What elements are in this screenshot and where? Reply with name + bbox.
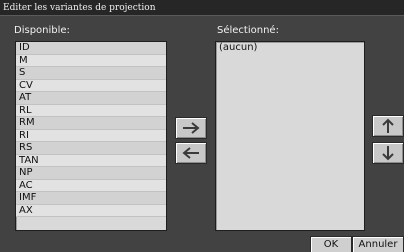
list-item[interactable]: S: [16, 67, 166, 80]
list-item[interactable]: CV: [16, 79, 166, 92]
list-item[interactable]: AX: [16, 204, 166, 217]
list-item[interactable]: TAN: [16, 154, 166, 167]
add-button[interactable]: [175, 117, 207, 139]
list-item[interactable]: RS: [16, 142, 166, 155]
list-item[interactable]: RM: [16, 117, 166, 130]
selected-list[interactable]: (aucun): [215, 41, 365, 231]
cancel-button[interactable]: Annuler: [352, 236, 404, 252]
list-item[interactable]: IMF: [16, 192, 166, 205]
move-up-button[interactable]: [372, 115, 404, 137]
list-item[interactable]: (aucun): [216, 42, 364, 55]
list-item[interactable]: RI: [16, 129, 166, 142]
list-item[interactable]: M: [16, 54, 166, 67]
available-label: Disponible:: [14, 25, 70, 36]
available-list[interactable]: ID M S CV AT RL RM RI RS TAN NP AC IMF A…: [15, 41, 167, 231]
ok-button[interactable]: OK: [310, 236, 352, 252]
list-item[interactable]: AT: [16, 92, 166, 105]
arrow-up-icon: [382, 118, 394, 133]
arrow-left-icon: [182, 147, 199, 159]
list-item[interactable]: NP: [16, 167, 166, 180]
dialog-window: Editer les variantes de projection Dispo…: [0, 0, 404, 252]
arrow-down-icon: [382, 146, 394, 161]
list-item[interactable]: AC: [16, 179, 166, 192]
window-title: Editer les variantes de projection: [0, 0, 404, 16]
list-item[interactable]: RL: [16, 104, 166, 117]
selected-label: Sélectionné:: [217, 25, 279, 36]
remove-button[interactable]: [175, 142, 207, 164]
move-down-button[interactable]: [372, 142, 404, 164]
arrow-right-icon: [183, 122, 200, 134]
list-item[interactable]: ID: [16, 42, 166, 55]
